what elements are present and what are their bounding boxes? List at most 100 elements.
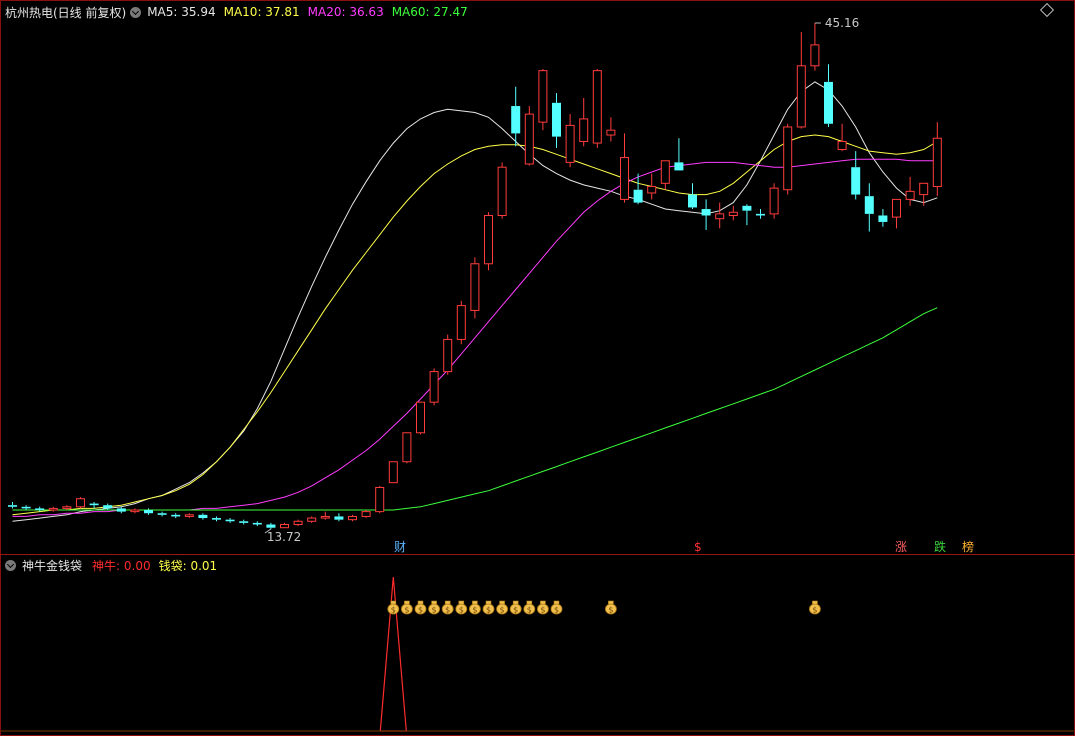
candle — [715, 202, 725, 229]
fall-marker[interactable]: 跌 — [933, 540, 947, 554]
candle-body — [688, 194, 697, 208]
candle-body — [8, 505, 17, 507]
ma5-label: MA5: 35.94 — [147, 5, 216, 19]
finance-marker[interactable]: 财 — [393, 540, 407, 554]
candlestick-chart[interactable]: 45.16 13.72 — [1, 1, 1074, 554]
candle — [48, 506, 58, 512]
candle — [565, 114, 575, 168]
chevron-down-icon[interactable] — [130, 6, 142, 18]
candle-body — [837, 140, 847, 150]
money-bag-icon: $ — [414, 600, 427, 615]
candle — [579, 97, 589, 147]
candle — [592, 69, 602, 148]
candle-body — [715, 213, 725, 220]
candle — [497, 162, 507, 219]
candle-body — [497, 166, 507, 216]
candle-body — [334, 516, 344, 520]
rank-marker[interactable]: 榜 — [961, 540, 975, 554]
candle — [484, 212, 493, 271]
candle-body — [742, 205, 752, 211]
ma10-line — [12, 134, 938, 516]
candle — [157, 511, 167, 517]
money-bag-icon: $ — [523, 600, 536, 615]
money-bag-symbol: $ — [513, 606, 518, 615]
money-bag-icon: $ — [550, 600, 563, 615]
candle-body — [320, 515, 330, 519]
candle — [769, 183, 779, 219]
candle-body — [348, 515, 357, 521]
candle-body — [48, 507, 58, 511]
candle-body — [728, 211, 738, 216]
candle — [892, 198, 901, 229]
rise-marker[interactable]: 涨 — [894, 540, 908, 554]
candle — [307, 516, 317, 523]
money-bag-icon: $ — [537, 600, 549, 615]
candle-body — [552, 102, 561, 137]
candle-body — [769, 187, 779, 215]
candle-body — [89, 503, 99, 506]
candle-body — [538, 70, 548, 123]
money-bag-neck — [608, 600, 614, 605]
candle — [932, 122, 942, 197]
money-bag-symbol: $ — [554, 606, 559, 615]
ma60-label: MA60: 27.47 — [391, 5, 468, 19]
candle — [756, 209, 765, 219]
candle-body — [225, 519, 235, 522]
ma20-label: MA20: 36.63 — [307, 5, 384, 19]
low-price-label: 13.72 — [267, 530, 301, 544]
shenniu-indicator-chart[interactable]: $ $ $ $ $ $ $ $ $ $ $ $ $ $ $ — [1, 555, 1074, 734]
money-bag-symbol: $ — [404, 606, 409, 615]
dollar-marker[interactable]: $ — [693, 540, 703, 554]
money-bag-symbol: $ — [472, 606, 477, 615]
money-bag-symbol: $ — [445, 606, 450, 615]
money-bag-symbol: $ — [500, 606, 505, 615]
candle — [416, 401, 425, 435]
candle — [796, 32, 806, 129]
candle — [198, 513, 208, 520]
candle — [878, 209, 888, 227]
money-bag-icon: $ — [482, 600, 495, 615]
money-bag-neck — [431, 600, 437, 605]
money-bag-neck — [512, 600, 519, 605]
candle-body — [660, 160, 670, 184]
candle-body — [62, 506, 72, 509]
price-panel[interactable]: 45.16 13.72 杭州热电(日线 前复权) MA5: 35.94 MA10:… — [1, 1, 1074, 554]
candle-body — [239, 521, 249, 523]
candle — [810, 23, 820, 71]
candle-body — [212, 518, 221, 520]
candle-body — [579, 118, 589, 142]
candle-body — [76, 498, 85, 508]
candle — [334, 513, 344, 522]
money-bag-icon: $ — [509, 600, 522, 615]
candle-body — [633, 189, 643, 203]
money-bag-neck — [812, 600, 818, 605]
candle-body — [293, 520, 303, 525]
indicator-panel[interactable]: $ $ $ $ $ $ $ $ $ $ $ $ $ $ $ 神牛金钱袋 神牛: 0.00 钱袋: 0.01 — [1, 555, 1074, 734]
ma20-line — [12, 158, 938, 517]
money-bag-neck — [390, 600, 397, 605]
candle-body — [307, 517, 317, 522]
money-bag-neck — [485, 600, 492, 605]
money-bag-symbol: $ — [391, 606, 396, 615]
chevron-down-icon[interactable] — [5, 559, 16, 571]
high-price-label: 45.16 — [825, 16, 859, 30]
candle-body — [266, 524, 276, 528]
candle — [184, 513, 194, 519]
candle — [388, 461, 398, 484]
candle-body — [375, 486, 385, 513]
candle — [688, 183, 697, 210]
money-bag-icon: $ — [400, 600, 413, 615]
money-bag-icon: $ — [441, 600, 454, 615]
candle — [76, 497, 85, 509]
candle — [361, 510, 371, 519]
candle-body — [443, 338, 453, 373]
candle — [8, 501, 17, 509]
candle-body — [851, 167, 861, 195]
candle-body — [130, 509, 140, 513]
candle-body — [103, 505, 113, 509]
candle-body — [35, 508, 45, 511]
candle — [905, 176, 915, 206]
candle — [144, 508, 153, 515]
candle-body — [484, 214, 493, 265]
candle — [783, 123, 793, 195]
